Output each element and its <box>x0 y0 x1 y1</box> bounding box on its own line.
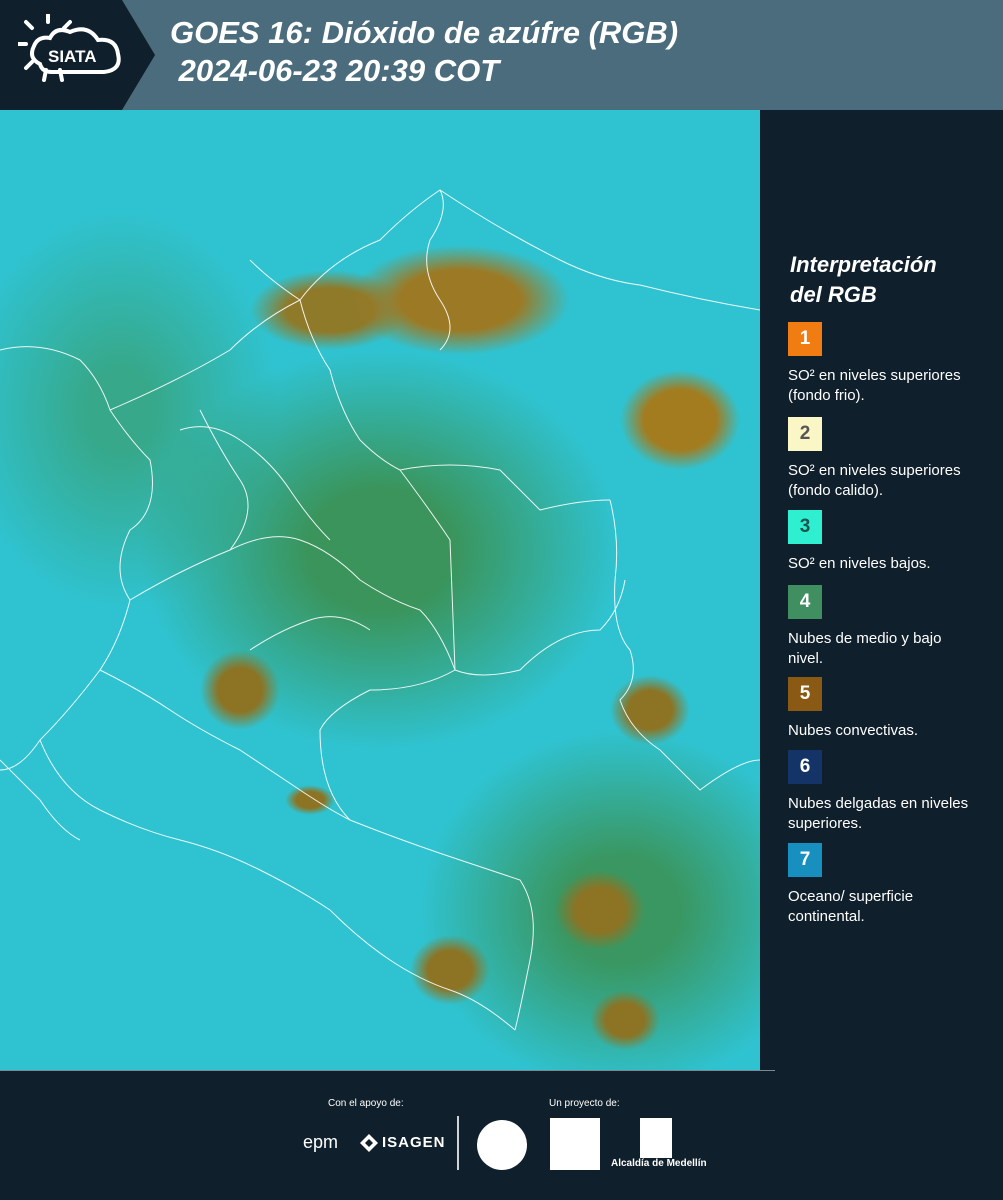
legend-swatch-1: 1 <box>788 322 822 356</box>
legend-label-5: Nubes convectivas. <box>788 722 919 739</box>
footer-divider <box>0 1070 775 1071</box>
legend-title-line1: Interpretación <box>790 252 937 277</box>
legend-label-6: Nubes delgadas en niveles superiores. <box>788 795 969 832</box>
legend-panel: Interpretación del RGB 1 SO² en niveles … <box>760 110 1003 1070</box>
logo-text: SIATA <box>48 47 96 66</box>
legend-swatch-2: 2 <box>788 417 822 451</box>
epm-logo: epm <box>303 1132 339 1152</box>
legend-item-7: 7 Oceano/ superficie continental. <box>788 843 978 927</box>
legend-label-3: SO² en niveles bajos. <box>788 555 931 572</box>
project-label: Un proyecto de: <box>549 1098 620 1109</box>
legend-title-line2: del RGB <box>790 282 877 307</box>
page-title: GOES 16: Dióxido de azúfre (RGB) 2024-06… <box>170 14 678 90</box>
legend-label-1: SO² en niveles superiores (fondo frio). <box>788 367 961 404</box>
medellin-seal-icon <box>477 1120 527 1170</box>
isagen-icon <box>360 1134 378 1152</box>
title-line2: 2024-06-23 20:39 COT <box>170 53 500 88</box>
sun-cloud-icon: SIATA <box>18 14 121 82</box>
support-label: Con el apoyo de: <box>328 1098 404 1109</box>
legend-item-4: 4 Nubes de medio y bajo nivel. <box>788 585 978 669</box>
legend-label-4: Nubes de medio y bajo nivel. <box>788 630 942 667</box>
legend-title: Interpretación del RGB <box>790 250 937 310</box>
legend-swatch-3: 3 <box>788 510 822 544</box>
title-line1: GOES 16: Dióxido de azúfre (RGB) <box>170 15 679 50</box>
alcaldia-label: Alcaldía de Medellín <box>611 1158 707 1169</box>
legend-label-7: Oceano/ superficie continental. <box>788 888 914 925</box>
legend-item-6: 6 Nubes delgadas en niveles superiores. <box>788 750 978 834</box>
legend-item-3: 3 SO² en niveles bajos. <box>788 510 978 574</box>
area-metropolitana-logo <box>550 1118 600 1170</box>
header-bar: SIATA GOES 16: Dióxido de azúfre (RGB) 2… <box>0 0 1003 110</box>
legend-swatch-7: 7 <box>788 843 822 877</box>
footer: Con el apoyo de: Un proyecto de: epm ISA… <box>0 1070 1003 1200</box>
legend-swatch-6: 6 <box>788 750 822 784</box>
legend-label-2: SO² en niveles superiores (fondo calido)… <box>788 462 961 499</box>
siata-logo: SIATA <box>0 0 155 110</box>
legend-item-2: 2 SO² en niveles superiores (fondo calid… <box>788 417 978 501</box>
legend-item-1: 1 SO² en niveles superiores (fondo frio)… <box>788 322 978 406</box>
isagen-logo: ISAGEN <box>382 1134 446 1151</box>
legend-item-5: 5 Nubes convectivas. <box>788 677 978 741</box>
footer-vertical-divider <box>457 1116 459 1170</box>
border-lines <box>0 189 760 1031</box>
alcaldia-shield-icon <box>640 1118 672 1158</box>
satellite-map[interactable] <box>0 110 760 1070</box>
legend-swatch-4: 4 <box>788 585 822 619</box>
legend-swatch-5: 5 <box>788 677 822 711</box>
